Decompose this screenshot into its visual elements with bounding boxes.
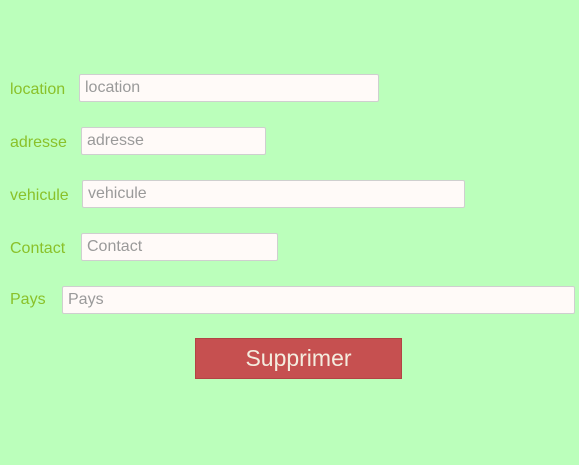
pays-input[interactable] bbox=[62, 286, 575, 314]
pays-label: Pays bbox=[10, 291, 46, 308]
contact-input[interactable] bbox=[81, 233, 278, 261]
vehicule-input[interactable] bbox=[82, 180, 465, 208]
contact-label: Contact bbox=[10, 240, 66, 257]
adresse-input[interactable] bbox=[81, 127, 266, 155]
location-label: location bbox=[10, 81, 66, 98]
location-input[interactable] bbox=[79, 74, 379, 102]
vehicule-label: vehicule bbox=[10, 187, 69, 204]
delete-form: location adresse vehicule Contact Pays S… bbox=[0, 0, 579, 465]
supprimer-button[interactable]: Supprimer bbox=[195, 338, 402, 379]
adresse-label: adresse bbox=[10, 134, 67, 151]
